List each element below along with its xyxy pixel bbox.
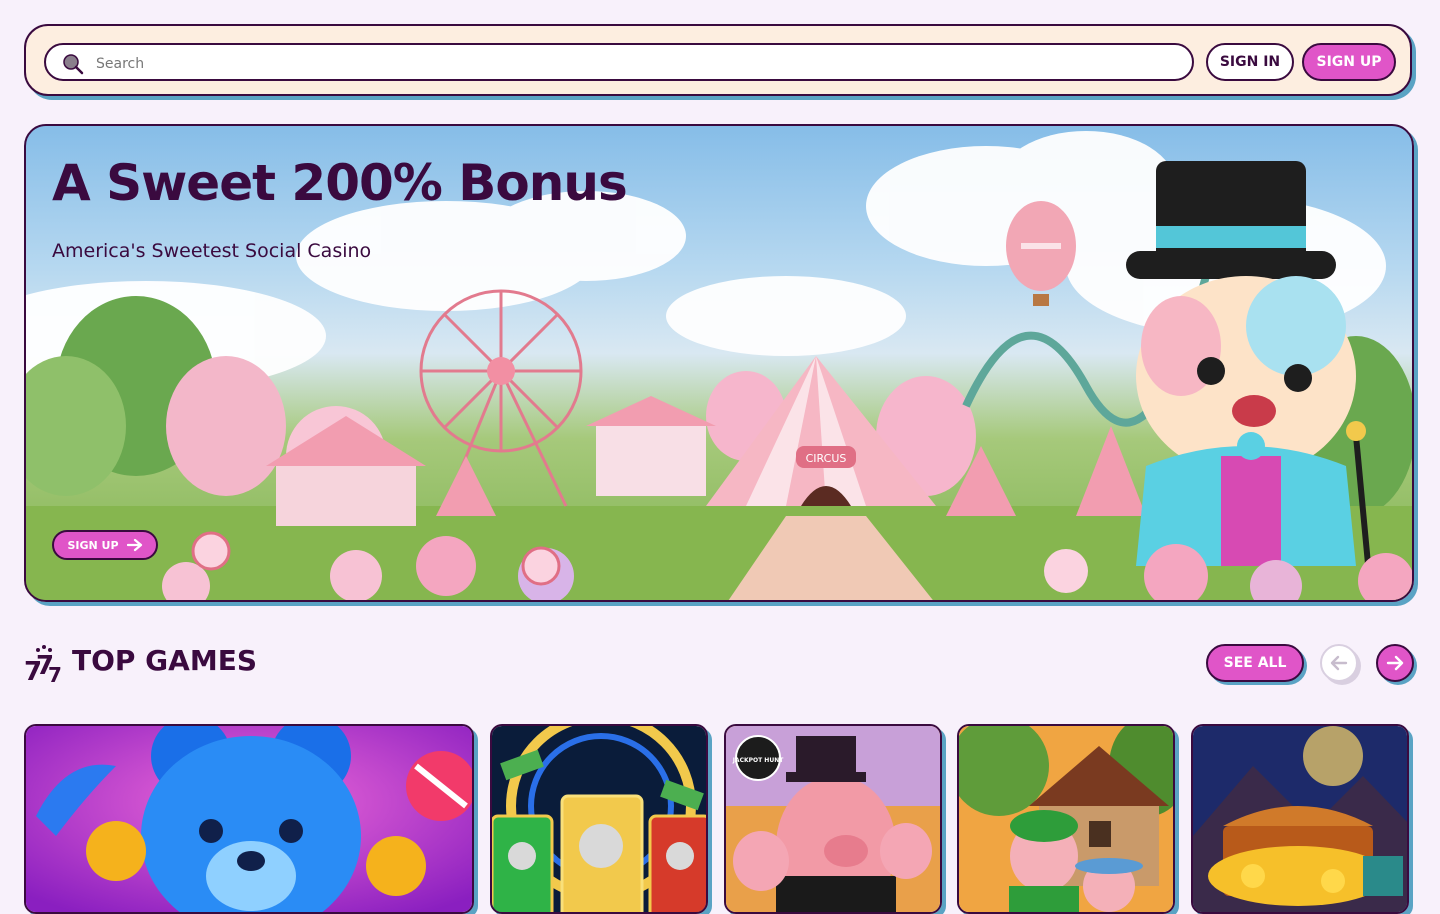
game-thumbnail xyxy=(26,726,472,912)
sign-up-button[interactable]: SIGN UP xyxy=(1302,43,1396,81)
top-header: SIGN IN SIGN UP xyxy=(24,24,1412,96)
hero-banner: CIRCUS A Sweet 200% Bonus America's Swee… xyxy=(24,124,1414,602)
search-bar[interactable] xyxy=(44,43,1194,81)
search-input[interactable] xyxy=(94,51,1178,77)
hero-subtitle: America's Sweetest Social Casino xyxy=(52,240,372,262)
svg-text:7: 7 xyxy=(48,663,62,684)
sign-in-button[interactable]: SIGN IN xyxy=(1206,43,1294,81)
game-thumbnail xyxy=(1193,726,1407,912)
game-card[interactable] xyxy=(24,724,474,914)
game-thumbnail xyxy=(959,726,1173,912)
sevens-icon: 7 7 7 xyxy=(24,645,62,684)
hero-sign-up-label: SIGN UP xyxy=(67,538,119,552)
top-games-header: 7 7 7 TOP GAMES SEE ALL xyxy=(24,640,1416,690)
search-icon xyxy=(63,54,84,75)
carousel-prev-button[interactable] xyxy=(1320,644,1358,682)
game-card[interactable] xyxy=(957,724,1175,914)
tent-sign: CIRCUS xyxy=(806,452,847,465)
jackpot-hunt-badge: JACKPOT HUNT xyxy=(732,757,785,764)
see-all-button[interactable]: SEE ALL xyxy=(1206,644,1304,682)
carousel-next-button[interactable] xyxy=(1376,644,1414,682)
arrow-right-icon xyxy=(126,538,142,552)
game-thumbnail xyxy=(492,726,706,912)
hero-title: A Sweet 200% Bonus xyxy=(52,154,628,212)
hero-sign-up-button[interactable]: SIGN UP xyxy=(52,530,158,560)
arrow-right-icon xyxy=(1386,655,1404,671)
game-card[interactable]: JACKPOT HUNT xyxy=(724,724,942,914)
arrow-left-icon xyxy=(1330,655,1348,671)
game-thumbnail: JACKPOT HUNT xyxy=(726,726,940,912)
top-games-title: TOP GAMES xyxy=(72,644,257,677)
game-card[interactable] xyxy=(1191,724,1409,914)
game-card[interactable] xyxy=(490,724,708,914)
